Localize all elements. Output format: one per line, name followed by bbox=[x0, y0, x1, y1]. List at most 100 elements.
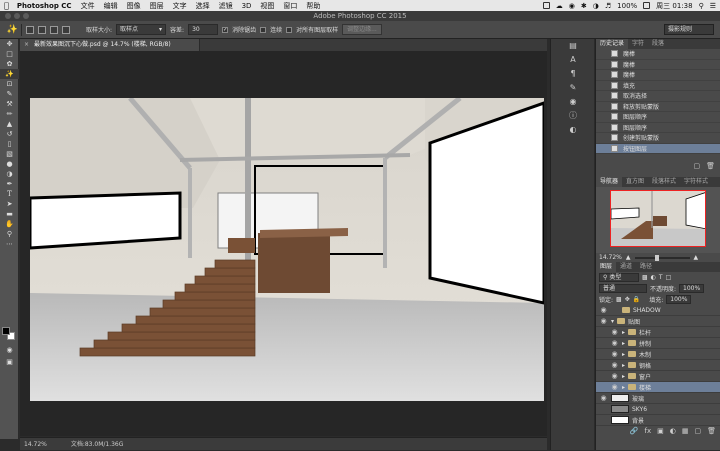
history-item[interactable]: 图层顺序 bbox=[596, 112, 720, 123]
visibility-eye-icon[interactable]: ◉ bbox=[610, 328, 619, 336]
pen-tool-icon[interactable]: ✒ bbox=[0, 179, 19, 189]
subtract-selection-icon[interactable] bbox=[50, 25, 58, 34]
quick-mask-icon[interactable]: ◉ bbox=[0, 345, 19, 355]
clone-source-icon[interactable]: ◉ bbox=[551, 95, 595, 109]
lock-pixels-icon[interactable]: ▩ bbox=[616, 296, 622, 303]
battery-icon[interactable] bbox=[643, 2, 651, 9]
layer-row[interactable]: SKY6 bbox=[596, 404, 720, 415]
layer-row[interactable]: ◉ SHADOW bbox=[596, 305, 720, 316]
filter-shape-icon[interactable]: □ bbox=[666, 274, 672, 281]
history-item[interactable]: 魔棒 bbox=[596, 60, 720, 70]
fx-icon[interactable]: fx bbox=[645, 427, 652, 435]
tab-channels[interactable]: 通道 bbox=[616, 262, 636, 272]
tab-histogram[interactable]: 直方图 bbox=[622, 177, 648, 187]
hand-tool-icon[interactable]: ✋ bbox=[0, 219, 19, 229]
doc-size[interactable]: 文档:83.0M/1.36G bbox=[71, 441, 124, 448]
clock[interactable]: 周三 01:38 bbox=[656, 1, 692, 11]
sample-size-select[interactable]: 取样点 ▾ bbox=[116, 24, 167, 35]
search-icon[interactable]: ⚲ bbox=[699, 2, 704, 10]
tab-character[interactable]: 字符 bbox=[628, 39, 648, 49]
blur-tool-icon[interactable]: ● bbox=[0, 159, 19, 169]
history-panel-icon[interactable]: ▤ bbox=[551, 39, 595, 53]
navigator-thumbnail[interactable] bbox=[610, 190, 706, 247]
tab-paragraph[interactable]: 段落 bbox=[648, 39, 668, 49]
wechat-icon[interactable]: ◉ bbox=[569, 2, 575, 10]
layer-group-row[interactable]: ◉ ▸ 栏杆 bbox=[596, 327, 720, 338]
lasso-tool-icon[interactable]: ✿ bbox=[0, 59, 19, 69]
zoom-level[interactable]: 14.72% bbox=[24, 441, 47, 448]
new-selection-icon[interactable] bbox=[26, 25, 34, 34]
more-tools-icon[interactable]: ⋯ bbox=[0, 239, 19, 249]
screen-mode-icon[interactable]: ▣ bbox=[0, 357, 19, 367]
filter-adjust-icon[interactable]: ◐ bbox=[651, 274, 656, 281]
layer-group-row[interactable]: ◉ ▸ 拼制 bbox=[596, 338, 720, 349]
tab-layers[interactable]: 图层 bbox=[596, 262, 617, 272]
cloud-icon[interactable]: ☁ bbox=[556, 2, 563, 10]
adjustments-panel-icon[interactable]: ◐ bbox=[551, 123, 595, 137]
menu-select[interactable]: 选择 bbox=[196, 1, 210, 11]
close-window-button[interactable] bbox=[5, 13, 11, 19]
paragraph-panel-icon[interactable]: ¶ bbox=[551, 67, 595, 81]
character-panel-icon[interactable]: A bbox=[551, 53, 595, 67]
fill-input[interactable]: 100% bbox=[666, 295, 692, 304]
visibility-eye-icon[interactable]: ◉ bbox=[610, 372, 619, 380]
marquee-tool-icon[interactable]: □ bbox=[0, 49, 19, 59]
history-brush-tool-icon[interactable]: ↺ bbox=[0, 129, 19, 139]
menu-image[interactable]: 图像 bbox=[127, 1, 141, 11]
kind-filter-select[interactable]: ⚲ 类型 bbox=[599, 273, 639, 282]
opacity-input[interactable]: 100% bbox=[679, 284, 705, 293]
eraser-tool-icon[interactable]: ▯ bbox=[0, 139, 19, 149]
refine-edge-button[interactable]: 调整边缘... bbox=[342, 24, 382, 35]
list-icon[interactable]: ☰ bbox=[710, 2, 716, 10]
blend-mode-select[interactable]: 普通 bbox=[599, 284, 647, 293]
apple-icon[interactable]:  bbox=[4, 1, 9, 10]
stamp-tool-icon[interactable]: ▲ bbox=[0, 119, 19, 129]
new-group-icon[interactable]: ▦ bbox=[682, 427, 689, 435]
info-panel-icon[interactable]: ⓘ bbox=[551, 109, 595, 123]
expand-right-icon[interactable]: ▸ bbox=[622, 373, 625, 380]
menu-view[interactable]: 视图 bbox=[260, 1, 274, 11]
menu-file[interactable]: 文件 bbox=[81, 1, 95, 11]
visibility-eye-icon[interactable]: ◉ bbox=[610, 339, 619, 347]
visibility-eye-icon[interactable]: ◉ bbox=[610, 361, 619, 369]
mask-icon[interactable]: ▣ bbox=[657, 427, 664, 435]
type-tool-icon[interactable]: T bbox=[0, 189, 19, 199]
layer-row[interactable]: ◉ 玻璃 bbox=[596, 393, 720, 404]
workspace-select[interactable]: 摄影规则 bbox=[664, 24, 714, 35]
foreground-color-swatch[interactable] bbox=[2, 327, 10, 335]
shape-tool-icon[interactable]: ▬ bbox=[0, 209, 19, 219]
document-canvas[interactable] bbox=[30, 98, 544, 401]
layer-group-row[interactable]: ◉ ▸ 钢格 bbox=[596, 360, 720, 371]
delete-layer-icon[interactable]: 🗑 bbox=[707, 427, 716, 435]
adjustment-layer-icon[interactable]: ◐ bbox=[670, 427, 676, 435]
menu-layer[interactable]: 图层 bbox=[150, 1, 164, 11]
layer-group-row[interactable]: ◉ ▾ 贴图 bbox=[596, 316, 720, 327]
menu-3d[interactable]: 3D bbox=[242, 2, 252, 10]
expand-right-icon[interactable]: ▸ bbox=[622, 384, 625, 391]
expand-right-icon[interactable]: ▸ bbox=[622, 351, 625, 358]
lock-position-icon[interactable]: ✥ bbox=[625, 296, 630, 303]
history-item[interactable]: 创建剪贴蒙版 bbox=[596, 133, 720, 144]
minimize-window-button[interactable] bbox=[14, 13, 20, 19]
layer-group-row[interactable]: ◉ ▸ 木制 bbox=[596, 349, 720, 360]
app-menu[interactable]: Photoshop CC bbox=[17, 2, 72, 10]
dodge-tool-icon[interactable]: ◑ bbox=[0, 169, 19, 179]
brush-tool-icon[interactable]: ✏ bbox=[0, 109, 19, 119]
visibility-eye-icon[interactable]: ◉ bbox=[599, 394, 608, 402]
history-item[interactable]: 魔棒 bbox=[596, 70, 720, 81]
zoom-window-button[interactable] bbox=[23, 13, 29, 19]
add-selection-icon[interactable] bbox=[38, 25, 46, 34]
visibility-eye-icon[interactable]: ◉ bbox=[599, 306, 608, 314]
visibility-eye-icon[interactable]: ◉ bbox=[610, 383, 619, 391]
tab-navigator[interactable]: 导航器 bbox=[596, 177, 623, 187]
tab-paragraph-styles[interactable]: 段落样式 bbox=[648, 177, 680, 187]
lock-all-icon[interactable]: 🔒 bbox=[633, 296, 640, 303]
filter-type-icon[interactable]: T bbox=[659, 274, 663, 281]
zoom-in-icon[interactable]: ▲ bbox=[694, 254, 699, 261]
path-select-tool-icon[interactable]: ➤ bbox=[0, 199, 19, 209]
visibility-eye-icon[interactable]: ◉ bbox=[599, 317, 608, 325]
expand-right-icon[interactable]: ▸ bbox=[622, 340, 625, 347]
history-item-selected[interactable]: 按钮图层 bbox=[596, 143, 720, 154]
magic-wand-tool-preset-icon[interactable]: ✨ bbox=[4, 23, 22, 36]
zoom-slider[interactable] bbox=[634, 254, 690, 261]
